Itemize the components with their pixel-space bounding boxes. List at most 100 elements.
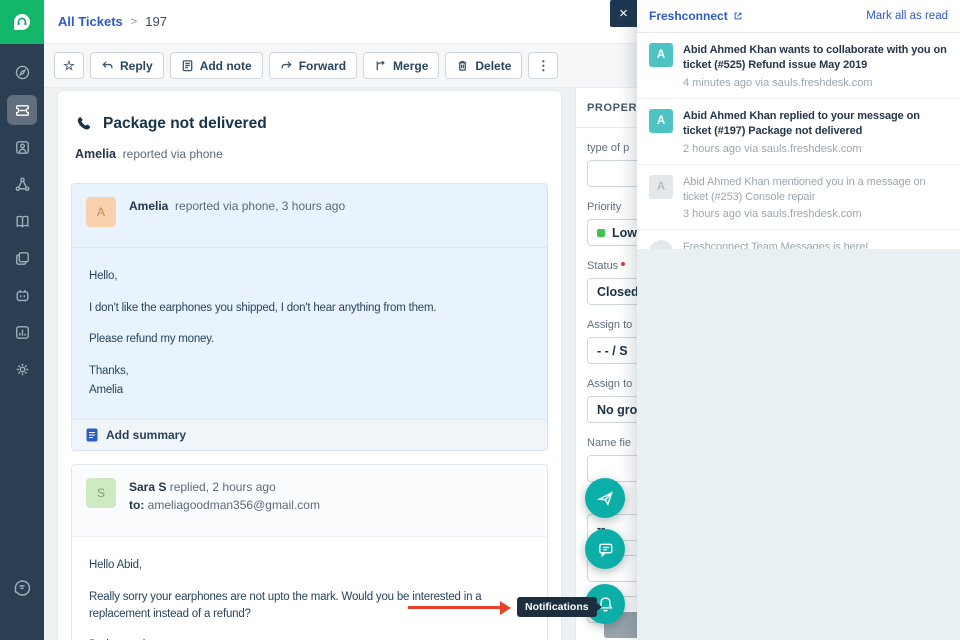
delete-button[interactable]: Delete: [445, 52, 523, 79]
forums-icon: [15, 251, 29, 265]
freshconnect-link[interactable]: Freshconnect: [649, 9, 743, 23]
freshconnect-label: Freshconnect: [649, 9, 728, 23]
required-indicator: [621, 262, 626, 266]
external-link-icon: [734, 12, 742, 20]
ticket-detail-card: Package not delivered Amelia reported vi…: [57, 90, 562, 640]
close-panel-button[interactable]: ×: [610, 0, 637, 27]
sidebar-item-contacts[interactable]: [4, 129, 40, 165]
sidebar-item-tickets[interactable]: [7, 95, 37, 125]
freshdesk-headset-icon: [14, 14, 30, 30]
priority-low-indicator: [597, 228, 605, 237]
sidebar-item-dashboard[interactable]: [4, 54, 40, 90]
agent-message-card: S Sara S replied, 2 hours ago to: amelia…: [71, 464, 548, 640]
breadcrumb-ticket-id: 197: [145, 14, 167, 29]
sidebar-item-solutions[interactable]: [4, 203, 40, 239]
message-paragraph: Please refund my money.: [89, 333, 214, 346]
sidebar-item-bots[interactable]: [4, 277, 40, 313]
notification-avatar: A: [649, 108, 673, 133]
notification-title: Abid Ahmed Khan wants to collaborate wit…: [683, 44, 947, 72]
forward-button[interactable]: Forward: [268, 52, 358, 79]
phone-icon: [77, 117, 91, 130]
notification-time: 4 minutes ago via sauls.freshdesk.com: [683, 76, 873, 89]
summary-doc-icon: [86, 428, 98, 442]
trash-icon: [459, 60, 467, 71]
breadcrumb-all-tickets[interactable]: All Tickets: [58, 14, 123, 29]
notification-title: Abid Ahmed Khan mentioned you in a messa…: [683, 175, 926, 203]
social-icon: [15, 177, 29, 191]
message-paragraph: Hello,: [89, 270, 118, 282]
bots-icon: [15, 289, 29, 301]
analytics-icon: [15, 325, 29, 339]
reply-label: Reply: [120, 58, 153, 73]
notification-time: 2 hours ago via sauls.freshdesk.com: [683, 142, 862, 155]
add-summary-button[interactable]: Add summary: [72, 419, 547, 451]
notifications-panel: Freshconnect Mark all as read A Abid Ahm…: [637, 0, 960, 640]
notification-item[interactable]: A Abid Ahmed Khan mentioned you in a mes…: [637, 165, 960, 231]
note-icon: [182, 60, 193, 72]
mark-all-read-link[interactable]: Mark all as read: [866, 10, 948, 22]
notification-avatar: A: [649, 174, 673, 199]
sidebar-item-analytics[interactable]: [4, 314, 40, 350]
message-paragraph: Thanks,: [89, 365, 129, 378]
message-meta: reported via phone, 3 hours ago: [175, 199, 346, 213]
message-paragraph: I don't like the earphones you shipped, …: [89, 301, 437, 314]
notifications-tooltip: Notifications: [517, 597, 602, 617]
solutions-icon: [15, 215, 29, 228]
add-note-label: Add note: [199, 58, 252, 73]
more-options-button[interactable]: ⋮: [528, 52, 559, 79]
paper-plane-icon: [596, 490, 613, 506]
freshworks-switcher-icon: [14, 580, 31, 596]
panel-empty-area: [637, 249, 960, 640]
merge-button[interactable]: Merge: [363, 52, 440, 79]
dashboard-icon: [15, 65, 29, 79]
add-summary-label: Add summary: [106, 428, 187, 443]
requester-line: Amelia reported via phone: [75, 147, 544, 161]
avatar-sara: S: [86, 478, 116, 509]
tooltip-label: Notifications: [525, 601, 589, 613]
to-label: to:: [129, 498, 145, 513]
admin-gear-icon: [16, 363, 28, 375]
notification-title: Abid Ahmed Khan replied to your message …: [683, 109, 920, 138]
sidebar-item-admin[interactable]: [4, 351, 40, 387]
reply-button[interactable]: Reply: [90, 52, 164, 79]
sidebar-item-social[interactable]: [4, 166, 40, 202]
to-address: ameliagoodman356@gmail.com: [147, 498, 320, 513]
freshdesk-app: All Tickets > 197 ☆ Reply Add note Forwa…: [0, 0, 960, 640]
star-button[interactable]: ☆: [54, 52, 84, 79]
merge-label: Merge: [393, 58, 429, 73]
ticket-title: Package not delivered: [103, 115, 267, 132]
message-paragraph: Amelia: [89, 383, 123, 396]
message-author[interactable]: Sara S: [129, 480, 166, 494]
team-chat-fab[interactable]: [585, 529, 625, 569]
message-paragraph: Hello Abid,: [89, 559, 142, 572]
chat-bubble-icon: [598, 543, 612, 557]
customer-message-card: A Amelia reported via phone, 3 hours ago…: [71, 183, 548, 452]
notification-avatar: A: [649, 43, 673, 67]
close-icon: ×: [619, 5, 628, 22]
priority-value: Low: [612, 225, 637, 240]
annotation-arrow: [408, 601, 511, 615]
message-author[interactable]: Amelia: [129, 199, 168, 213]
notification-item[interactable]: A Abid Ahmed Khan replied to your messag…: [637, 99, 960, 165]
add-note-button[interactable]: Add note: [169, 52, 263, 79]
notification-time: 3 hours ago via sauls.freshdesk.com: [683, 208, 862, 221]
freshdesk-logo[interactable]: [0, 0, 44, 44]
freshconnect-send-fab[interactable]: [585, 478, 625, 518]
merge-icon: [376, 60, 385, 71]
sidebar-item-forums[interactable]: [4, 240, 40, 276]
requester-name[interactable]: Amelia: [75, 147, 116, 161]
message-body: Hello, I don't like the earphones you sh…: [72, 248, 547, 419]
star-icon: ☆: [63, 58, 75, 73]
kebab-icon: ⋮: [536, 58, 550, 73]
tickets-icon: [15, 104, 29, 116]
avatar-amelia: A: [86, 197, 116, 227]
forward-label: Forward: [298, 58, 347, 73]
notification-item[interactable]: A Abid Ahmed Khan wants to collaborate w…: [637, 33, 960, 99]
delete-label: Delete: [475, 58, 512, 73]
requester-meta: reported via phone: [122, 147, 223, 161]
forward-icon: [281, 61, 292, 69]
reply-icon: [102, 61, 113, 69]
message-body: Hello Abid, Really sorry your earphones …: [72, 537, 547, 640]
sidebar-item-freshworks-switcher[interactable]: [0, 578, 44, 596]
main-sidebar: [0, 0, 44, 640]
